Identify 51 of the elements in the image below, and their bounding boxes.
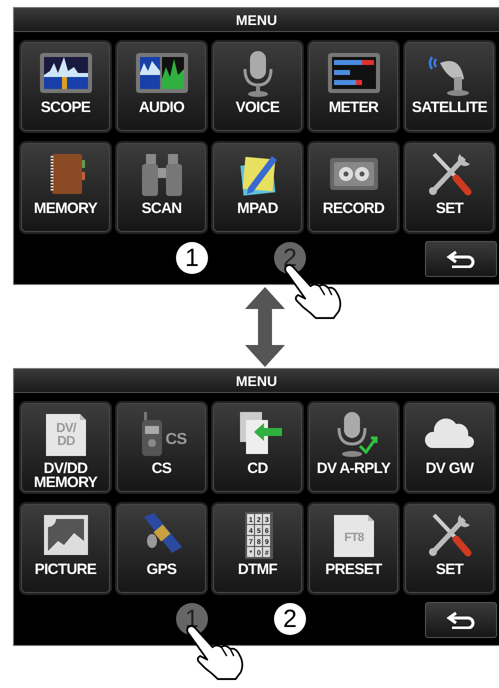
- menu-tile-button[interactable]: SCAN: [117, 143, 206, 232]
- menu-tile-button[interactable]: DV A-RPLY: [309, 403, 398, 492]
- menu-tile-button[interactable]: DV GW: [405, 403, 494, 492]
- spectrum-display-icon: [40, 53, 92, 93]
- menu-tile-button[interactable]: CS CS: [117, 403, 206, 492]
- satellite-dish-icon: [428, 56, 468, 96]
- menu-tile-button[interactable]: RECORD: [309, 143, 398, 232]
- menu-tile-button[interactable]: METER: [309, 42, 398, 131]
- tools-icon: [428, 514, 471, 556]
- document-icon: [46, 414, 86, 456]
- menu-title: MENU: [236, 12, 278, 26]
- icon-text: FT8: [344, 530, 364, 544]
- meter-display-icon: [328, 53, 380, 93]
- image-frame-icon: [44, 515, 88, 555]
- menu-tile-button[interactable]: MEMORY: [21, 143, 110, 232]
- menu-tile-button[interactable]: PICTURE: [21, 504, 110, 593]
- menu-tile-button[interactable]: SCOPE: [21, 42, 110, 131]
- icon-text: DV/: [56, 420, 76, 435]
- icon-text: DD: [56, 433, 74, 448]
- menu-tile-button[interactable]: SET: [405, 504, 494, 593]
- documents-arrow-icon: [240, 412, 282, 454]
- page-button[interactable]: 1: [176, 242, 208, 274]
- menu-tile-button[interactable]: MPAD: [213, 143, 302, 232]
- icon-text: CS: [164, 431, 186, 448]
- tape-recorder-icon: [330, 158, 378, 190]
- binoculars-icon: [142, 154, 182, 196]
- menu-tile-button[interactable]: FT8 PRESET: [309, 504, 398, 593]
- back-button[interactable]: [425, 602, 497, 638]
- back-icon: [446, 250, 476, 268]
- notepad-icon: [240, 156, 276, 196]
- back-icon: [446, 611, 476, 629]
- back-button[interactable]: [425, 241, 497, 277]
- tools-icon: [428, 152, 471, 196]
- page-button[interactable]: 2: [274, 603, 306, 635]
- menu-tile-button[interactable]: GPS: [117, 504, 206, 593]
- menu-title: MENU: [236, 374, 278, 388]
- microphone-arrow-icon: [337, 412, 377, 457]
- cloud-icon: [424, 418, 474, 448]
- handheld-radio-icon: [142, 412, 162, 456]
- notebook-icon: [50, 154, 84, 194]
- menu-tile-button[interactable]: CD: [213, 403, 302, 492]
- menu-tile-button[interactable]: VOICE: [213, 42, 302, 131]
- document-icon: [334, 515, 374, 557]
- double-arrow-icon: [244, 286, 284, 366]
- menu-tile-button[interactable]: AUDIO: [117, 42, 206, 131]
- menu-tile-button[interactable]: DV/ DD DV/DD MEMORY: [21, 403, 110, 492]
- audio-display-icon: [136, 53, 188, 93]
- microphone-icon: [243, 51, 272, 97]
- satellite-icon: [144, 513, 182, 553]
- menu-tile-button[interactable]: SET: [405, 143, 494, 232]
- menu-tile-button[interactable]: SATELLITE: [405, 42, 494, 131]
